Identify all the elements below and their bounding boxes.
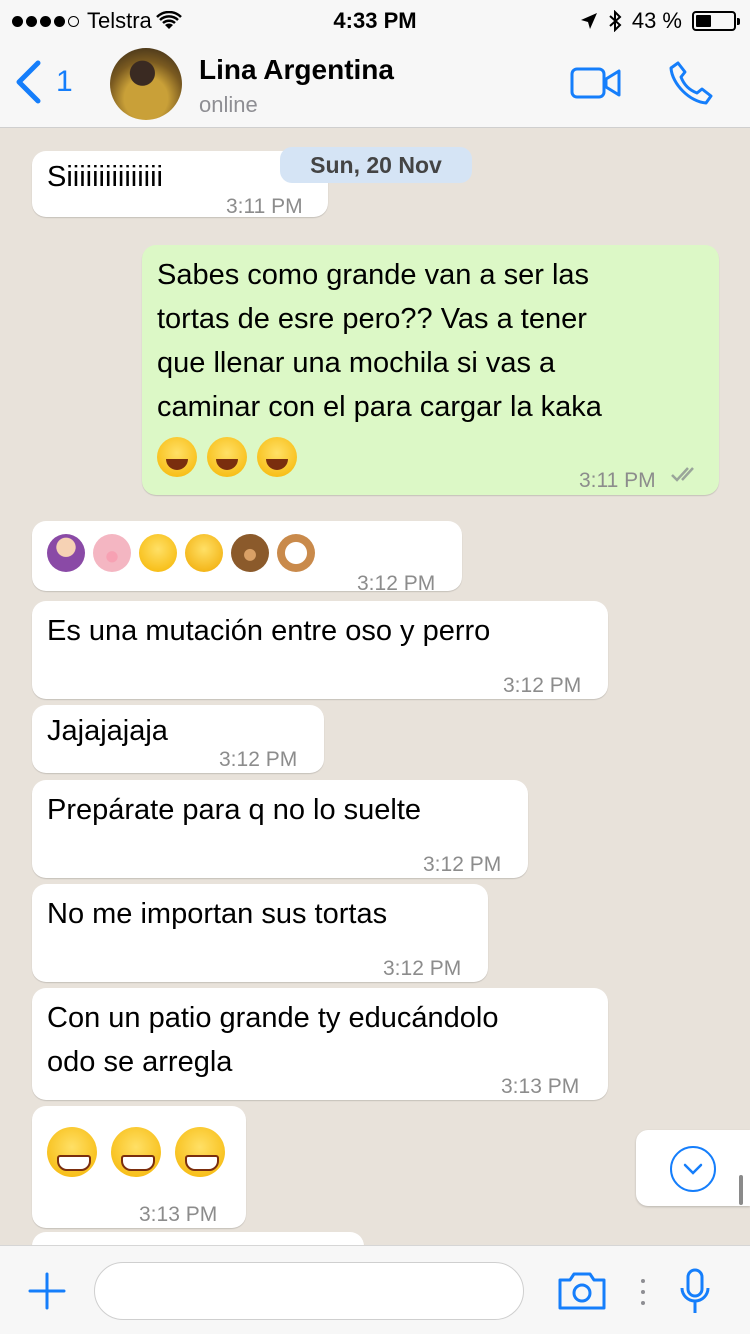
- message-text: Es una mutación entre oso y perro: [47, 615, 491, 647]
- message-time: 3:12 PM: [219, 748, 298, 771]
- battery-icon: [692, 11, 740, 31]
- contact-name[interactable]: Lina Argentina: [199, 54, 394, 86]
- status-bar: Telstra 4:33 PM 43 %: [0, 0, 750, 40]
- message-bubble[interactable]: Jajajajaja 3:12 PM: [32, 705, 324, 773]
- message-bubble[interactable]: Prepárate para q no lo suelte 3:12 PM: [32, 780, 528, 878]
- message-line: Sabes como grande van a ser las: [157, 259, 590, 291]
- more-options-icon[interactable]: [640, 1278, 646, 1306]
- bluetooth-icon: [609, 10, 622, 32]
- unread-count: 1: [56, 65, 73, 98]
- message-line: tortas de esre pero?? Vas a tener: [157, 303, 587, 335]
- message-bubble[interactable]: Es una mutación entre oso y perro 3:12 P…: [32, 601, 608, 699]
- location-arrow-icon: [580, 13, 597, 29]
- grinning-face-icon: [111, 1127, 161, 1177]
- contact-avatar[interactable]: [110, 48, 182, 120]
- message-text: No me importan sus tortas: [47, 898, 388, 930]
- read-receipt-icon: [671, 467, 694, 482]
- message-line: caminar con el para cargar la kaka: [157, 391, 602, 423]
- bear-face-icon: [231, 534, 269, 572]
- message-bubble[interactable]: Con un patio grande ty educándolo odo se…: [32, 988, 608, 1100]
- message-time: 3:13 PM: [139, 1203, 218, 1226]
- message-time: 3:12 PM: [423, 853, 502, 876]
- pig-face-icon: [93, 534, 131, 572]
- grinning-face-icon: [47, 1127, 97, 1177]
- message-input[interactable]: [94, 1262, 524, 1320]
- phone-call-icon[interactable]: [668, 60, 714, 106]
- chevron-down-icon: [670, 1146, 716, 1192]
- hugging-face-icon: [185, 534, 223, 572]
- message-bubble[interactable]: No me importan sus tortas 3:12 PM: [32, 884, 488, 982]
- microphone-icon[interactable]: [678, 1268, 712, 1316]
- date-separator: Sun, 20 Nov: [280, 147, 472, 183]
- message-bubble-outgoing[interactable]: Sabes como grande van a ser las tortas d…: [142, 245, 719, 495]
- face-with-tears-of-joy-icon: [157, 437, 197, 477]
- message-time: 3:11 PM: [579, 469, 656, 492]
- grinning-face-icon: [175, 1127, 225, 1177]
- woman-gesturing-ok-icon: [47, 534, 85, 572]
- dog-face-icon: [277, 534, 315, 572]
- battery-fill: [696, 15, 712, 27]
- message-time: 3:13 PM: [501, 1075, 580, 1098]
- message-bubble[interactable]: 3:12 PM: [32, 521, 462, 595]
- back-button[interactable]: 1: [14, 60, 73, 104]
- status-right: 43 %: [580, 8, 740, 34]
- message-time: 3:11 PM: [226, 195, 303, 218]
- heart-eyes-icon: [139, 534, 177, 572]
- message-time: 3:12 PM: [503, 674, 582, 697]
- message-time: 3:12 PM: [357, 572, 436, 595]
- message-line: Con un patio grande ty educándolo: [47, 1002, 499, 1034]
- scrollbar[interactable]: [739, 1175, 743, 1205]
- battery-percent: 43 %: [631, 8, 682, 33]
- message-bubble[interactable]: 3:13 PM: [32, 1106, 246, 1228]
- chat-header: 1 Lina Argentina online: [0, 40, 750, 128]
- scroll-to-bottom-button[interactable]: [636, 1130, 750, 1206]
- video-call-icon[interactable]: [570, 66, 622, 100]
- message-text: Prepárate para q no lo suelte: [47, 794, 422, 826]
- message-bubble-partial[interactable]: [32, 1232, 364, 1245]
- input-bar: [0, 1245, 750, 1334]
- chat-area[interactable]: Siiiiiiiiiiiiiii 3:11 PM Sun, 20 Nov Sab…: [0, 129, 750, 1245]
- message-line: que llenar una mochila si vas a: [157, 347, 556, 379]
- face-with-tears-of-joy-icon: [207, 437, 247, 477]
- message-time: 3:12 PM: [383, 957, 462, 980]
- chevron-left-icon: [16, 60, 41, 104]
- face-with-tears-of-joy-icon: [257, 437, 297, 477]
- camera-icon[interactable]: [556, 1270, 608, 1312]
- add-attachment-icon[interactable]: [28, 1272, 66, 1310]
- contact-status: online: [199, 92, 258, 117]
